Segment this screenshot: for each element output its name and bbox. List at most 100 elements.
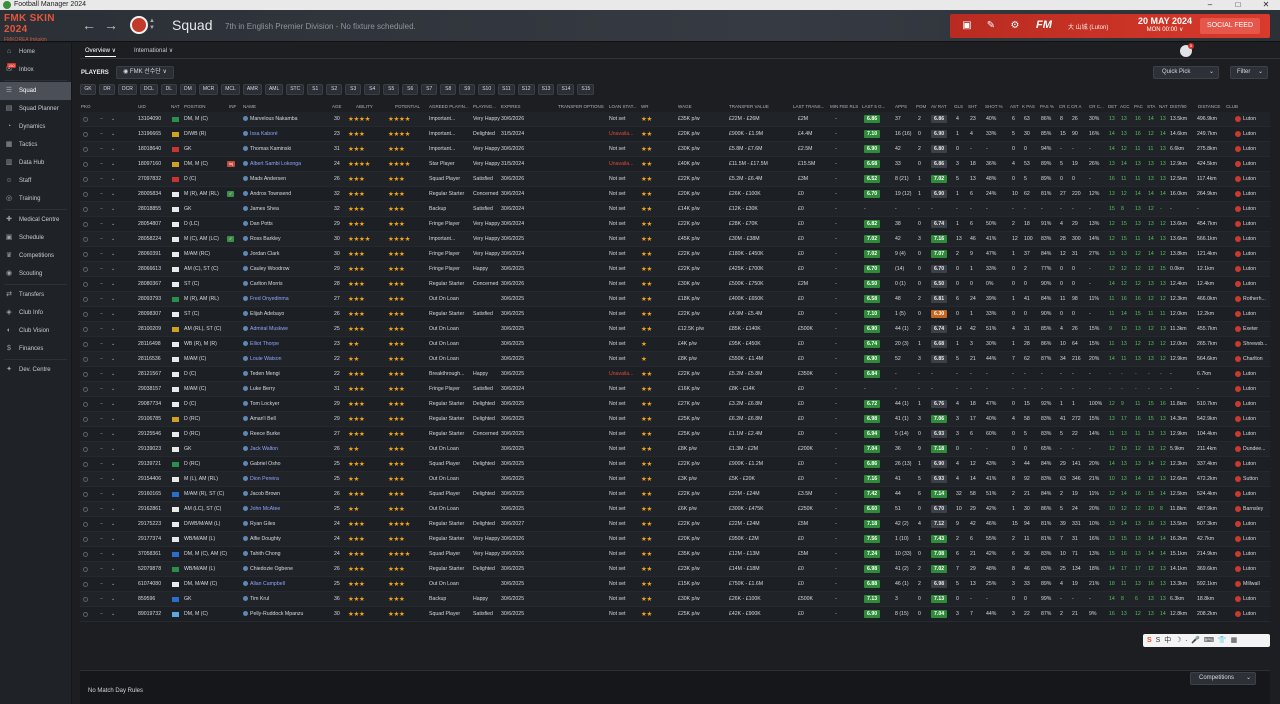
fm-logo[interactable]: FM <box>1036 19 1052 31</box>
table-row[interactable]: – ⌄ 28116498 WB (R), M (R) Elliot Thorpe 23 ★★… <box>80 337 1270 352</box>
sidebar-item-dynamics[interactable]: ◔ Dynamics <box>0 118 71 136</box>
cell-name[interactable]: Ross Barkley <box>250 232 281 247</box>
select-checkbox[interactable] <box>83 192 88 197</box>
table-row[interactable]: – ⌄ 28121567 D (C) Teden Mengi 22 ★★★ ★★★ Breakt… <box>80 367 1270 382</box>
cell-name[interactable]: Chiedozie Ogbene <box>250 562 293 577</box>
position-filter-dr[interactable]: DR <box>99 84 115 95</box>
sidebar-item-inbox[interactable]: ✉ 150 Inbox <box>0 61 71 79</box>
cell-name[interactable]: Teden Mengi <box>250 367 280 382</box>
position-filter-s12[interactable]: S12 <box>517 84 535 95</box>
ime-toolbar[interactable]: S S 中 ☽ ⸳ 🎤 ⌨ 👕 ▦ <box>1143 634 1270 647</box>
column-header-sta[interactable]: STA <box>1147 104 1155 109</box>
table-row[interactable]: – ⌄ 29175223 D/WB/M/AM (L) Ryan Giles 24 ★★★ ★★… <box>80 517 1270 532</box>
column-header-uid[interactable]: UID <box>138 104 146 109</box>
select-checkbox[interactable] <box>83 477 88 482</box>
expand-chevron-icon[interactable]: ⌄ <box>111 472 115 487</box>
expand-chevron-icon[interactable]: ⌄ <box>111 457 115 472</box>
sidebar-item-club-vision[interactable]: ◐ Club Vision <box>0 322 71 340</box>
select-checkbox[interactable] <box>83 117 88 122</box>
select-checkbox[interactable] <box>83 432 88 437</box>
table-row[interactable]: – ⌄ 89019732 DM, M (C) Pelly-Ruddock Mpanzu 3… <box>80 607 1270 622</box>
column-header-ast[interactable]: AST <box>1010 104 1019 109</box>
expand-chevron-icon[interactable]: ⌄ <box>111 127 115 142</box>
cell-name[interactable]: Mads Andersen <box>250 172 286 187</box>
select-checkbox[interactable] <box>83 597 88 602</box>
column-header-pko[interactable]: PKO <box>81 104 91 109</box>
select-checkbox[interactable] <box>83 147 88 152</box>
cell-name[interactable]: Pelly-Ruddock Mpanzu <box>250 607 303 622</box>
select-checkbox[interactable] <box>83 222 88 227</box>
position-filter-stc[interactable]: STC <box>286 84 305 95</box>
position-filter-s2[interactable]: S2 <box>326 84 343 95</box>
table-row[interactable]: – ⌄ 29038157 M/AM (C) Luke Berry 31 ★★★ ★★★ Frin… <box>80 382 1270 397</box>
position-filter-s7[interactable]: S7 <box>421 84 438 95</box>
select-checkbox[interactable] <box>83 402 88 407</box>
position-filter-mcl[interactable]: MCL <box>221 84 240 95</box>
sidebar-item-squad-planner[interactable]: ▤ Squad Planner <box>0 100 71 118</box>
cell-name[interactable]: Jack Walton <box>250 442 278 457</box>
tab-overview[interactable]: Overview ∨ <box>85 47 117 57</box>
sidebar-item-data-hub[interactable]: ▥ Data Hub <box>0 154 71 172</box>
table-row[interactable]: – ⌄ 29162861 AM (LC), ST (C) John McAtee 25 ★★… <box>80 502 1270 517</box>
close-icon[interactable]: ✕ <box>1252 0 1280 10</box>
select-checkbox[interactable] <box>83 297 88 302</box>
table-row[interactable]: – ⌄ inj 18097160 DM, M (C) Albert Sambi Lokon… <box>80 157 1270 172</box>
competitions-button[interactable]: Competitions ⌄ <box>1190 672 1256 685</box>
tab-international[interactable]: International ∨ <box>134 47 173 54</box>
expand-chevron-icon[interactable]: ⌄ <box>111 277 115 292</box>
expand-chevron-icon[interactable]: ⌄ <box>111 217 115 232</box>
column-header-club[interactable]: CLUB <box>1226 104 1238 109</box>
table-row[interactable]: – ⌄ 29087734 D (C) Tom Lockyer 29 ★★★ ★★★ Regula… <box>80 397 1270 412</box>
forward-arrow-icon[interactable]: → <box>102 16 120 34</box>
column-header-gls[interactable]: GLS <box>954 104 963 109</box>
expand-chevron-icon[interactable]: ⌄ <box>111 607 115 622</box>
calendar-icon[interactable]: ▣ <box>960 19 974 33</box>
table-row[interactable]: – ⌄ 29177374 WB/M/AM (L) Alfie Doughty 24 ★★★ ★… <box>80 532 1270 547</box>
sidebar-item-training[interactable]: ◎ Training <box>0 190 71 208</box>
position-filter-s4[interactable]: S4 <box>364 84 381 95</box>
cell-name[interactable]: Elijah Adebayo <box>250 307 284 322</box>
cell-name[interactable]: Alfie Doughty <box>250 532 281 547</box>
position-filter-aml[interactable]: AML <box>264 84 284 95</box>
manager-avatar[interactable]: 5 <box>1180 43 1194 57</box>
column-header-age[interactable]: AGE <box>332 104 342 109</box>
expand-chevron-icon[interactable]: ⌄ <box>111 292 115 307</box>
column-header-dist-90[interactable]: DIST/90 <box>1170 104 1187 109</box>
cell-name[interactable]: Andros Townsend <box>250 187 291 202</box>
sidebar-item-home[interactable]: ⌂ Home <box>0 43 71 61</box>
quick-pick-button[interactable]: Quick Pick ⌄ <box>1153 66 1219 79</box>
expand-chevron-icon[interactable]: ⌄ <box>111 577 115 592</box>
position-filter-s13[interactable]: S13 <box>537 84 555 95</box>
column-header-expires[interactable]: EXPIRES <box>501 104 521 109</box>
select-checkbox[interactable] <box>83 492 88 497</box>
cell-name[interactable]: James Shea <box>250 202 279 217</box>
column-header-cr-c-[interactable]: CR C... <box>1089 104 1104 109</box>
cell-name[interactable]: Gabriel Osho <box>250 457 281 472</box>
column-header-loan-stat-[interactable]: LOAN STAT... <box>609 104 637 109</box>
select-checkbox[interactable] <box>83 447 88 452</box>
cell-name[interactable]: Amari'i Bell <box>250 412 276 427</box>
maximize-icon[interactable]: □ <box>1224 0 1252 10</box>
column-header-wage[interactable]: WAGE <box>678 104 692 109</box>
column-header-pas-[interactable]: PAS % <box>1040 104 1054 109</box>
cell-name[interactable]: Dan Potts <box>250 217 273 232</box>
select-checkbox[interactable] <box>83 342 88 347</box>
column-header-distance[interactable]: DISTANCE <box>1198 104 1220 109</box>
select-checkbox[interactable] <box>83 312 88 317</box>
position-filter-dcl[interactable]: DCL <box>139 84 158 95</box>
sidebar-item-dev-centre[interactable]: ✦ Dev. Centre <box>0 361 71 379</box>
column-header-wr[interactable]: WR <box>641 104 649 109</box>
column-header-name[interactable]: NAME <box>243 104 256 109</box>
expand-chevron-icon[interactable]: ⌄ <box>111 547 115 562</box>
table-row[interactable]: – ⌄ 52079878 WB/M/AM (L) Chiedozie Ogbene 26 ★… <box>80 562 1270 577</box>
column-header-playing-[interactable]: PLAYING... <box>473 104 496 109</box>
cell-name[interactable]: Jordan Clark <box>250 247 279 262</box>
column-header-nat[interactable]: NAT <box>1159 104 1168 109</box>
expand-chevron-icon[interactable]: ⌄ <box>111 232 115 247</box>
cell-name[interactable]: Reece Burke <box>250 427 280 442</box>
select-checkbox[interactable] <box>83 162 88 167</box>
table-row[interactable]: – ⌄ 28018855 GK James Shea 32 ★★★ ★★★ Backup Sati… <box>80 202 1270 217</box>
cell-name[interactable]: Allan Campbell <box>250 577 285 592</box>
table-row[interactable]: – ⌄ 28100209 AM (RL), ST (C) Admiral Muskwe 2… <box>80 322 1270 337</box>
table-row[interactable]: – ⌄ 37058361 DM, M (C), AM (C) Tahith Chong 2… <box>80 547 1270 562</box>
